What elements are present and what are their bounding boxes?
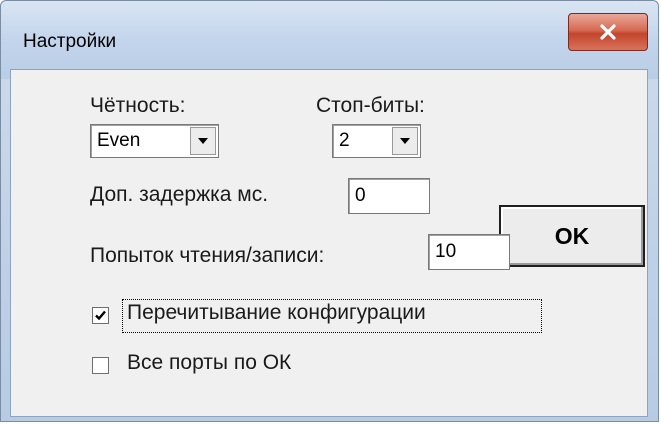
title-bar[interactable]: Настройки xyxy=(1,1,658,79)
delay-value: 0 xyxy=(355,185,366,206)
all-ports-ok-checkbox[interactable] xyxy=(92,357,109,374)
stop-bits-dropdown[interactable]: 2 xyxy=(332,124,421,158)
parity-dropdown[interactable]: Even xyxy=(90,124,219,158)
window-title: Настройки xyxy=(23,31,117,52)
parity-label: Чётность: xyxy=(90,94,186,117)
chevron-down-icon xyxy=(400,138,410,144)
attempts-value: 10 xyxy=(435,241,457,262)
close-button[interactable] xyxy=(568,13,648,51)
attempts-label: Попыток чтения/записи: xyxy=(90,244,325,267)
stop-bits-dropdown-arrow[interactable] xyxy=(392,127,418,155)
attempts-input[interactable]: 10 xyxy=(428,234,510,270)
dialog-client-area: Чётность: Even Стоп-биты: 2 OK Доп. заде… xyxy=(10,69,648,417)
parity-value: Even xyxy=(97,130,141,151)
chevron-down-icon xyxy=(198,138,208,144)
stop-bits-value: 2 xyxy=(339,130,350,151)
stop-bits-label: Стоп-биты: xyxy=(316,94,425,117)
reread-config-checkbox[interactable] xyxy=(92,307,109,324)
reread-config-label[interactable]: Перечитывание конфигурации xyxy=(127,301,426,325)
all-ports-ok-label[interactable]: Все порты по ОК xyxy=(127,351,291,375)
close-icon xyxy=(600,24,616,40)
delay-input[interactable]: 0 xyxy=(348,178,430,214)
ok-button[interactable]: OK xyxy=(499,205,645,267)
delay-label: Доп. задержка мс. xyxy=(90,183,269,206)
settings-dialog: Настройки Чётность: Even Стоп-биты: 2 OK… xyxy=(0,0,659,422)
checkmark-icon xyxy=(95,310,106,321)
parity-dropdown-arrow[interactable] xyxy=(190,127,216,155)
